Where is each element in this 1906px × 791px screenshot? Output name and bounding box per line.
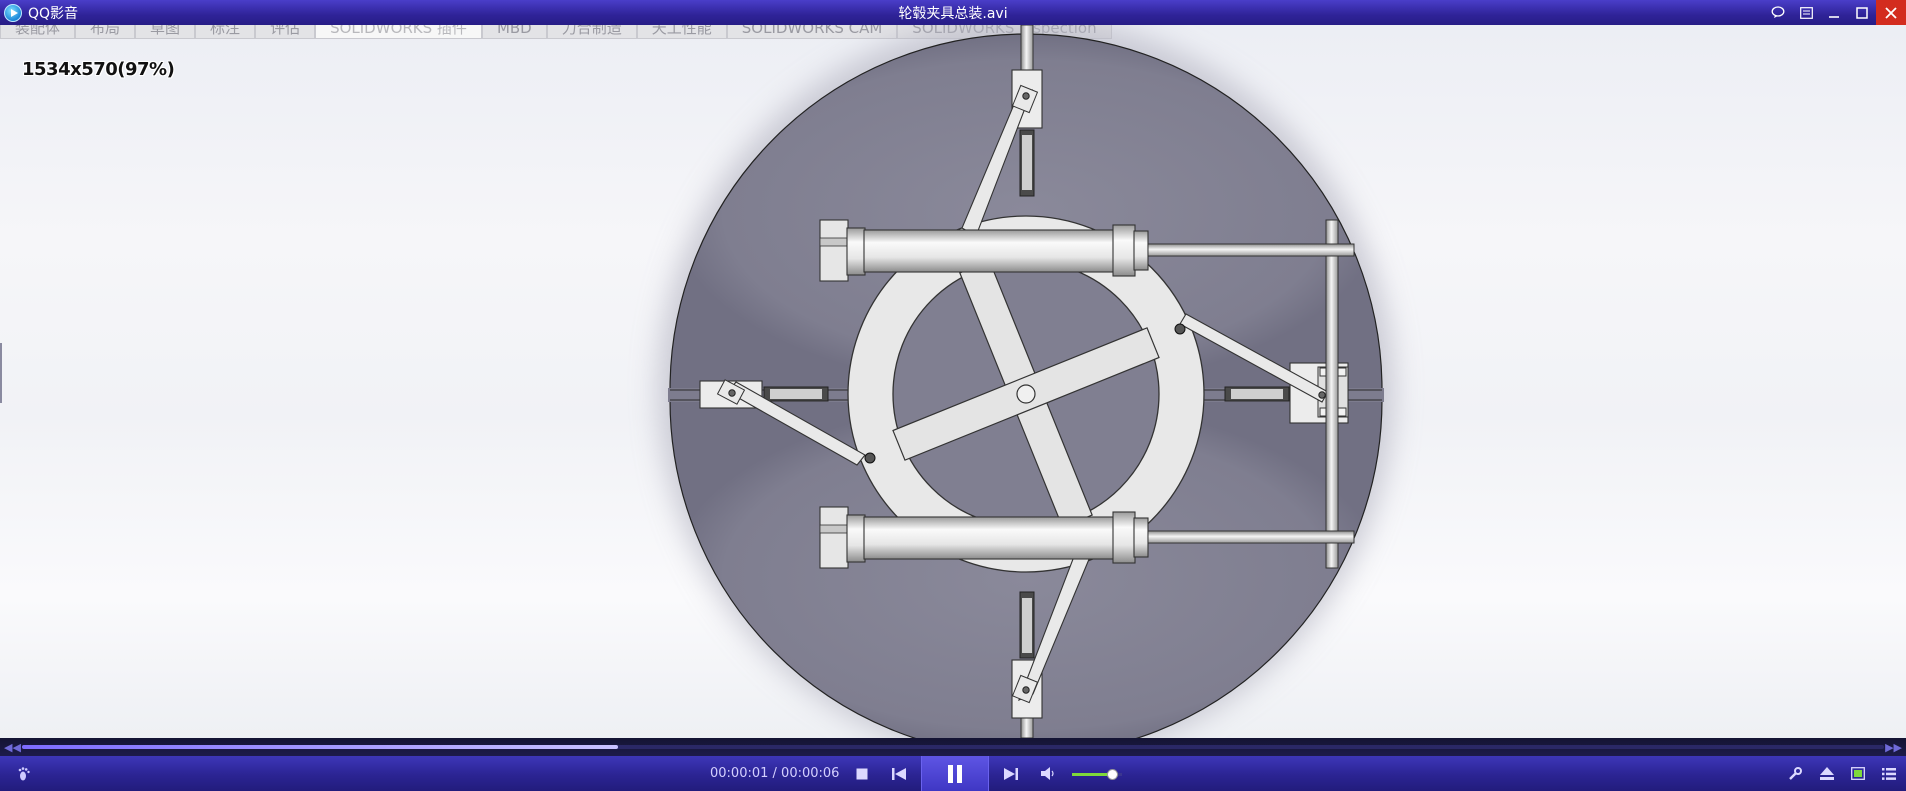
video-frame[interactable]: 装配体 布局 草图 标注 评估 SOLIDWORKS 插件 MBD 力合制造 天工性能 SOLID… bbox=[0, 25, 1906, 738]
app-name[interactable]: QQ影音 bbox=[28, 3, 78, 23]
total-time: 00:00:06 bbox=[781, 766, 840, 781]
seek-back-icon[interactable]: ◀◀ bbox=[4, 741, 21, 754]
close-icon[interactable] bbox=[1876, 0, 1906, 25]
seek-progress-fill bbox=[22, 745, 618, 749]
footprint-icon[interactable] bbox=[14, 756, 36, 791]
volume-fill bbox=[1072, 773, 1112, 776]
next-icon[interactable] bbox=[1000, 756, 1022, 791]
playlist-menu-icon[interactable] bbox=[1878, 756, 1900, 791]
qq-player-logo-icon[interactable] bbox=[4, 3, 22, 22]
right-tie-rod bbox=[1325, 219, 1339, 569]
chat-icon[interactable] bbox=[1764, 0, 1792, 25]
volume-slider[interactable] bbox=[1072, 769, 1122, 780]
window-controls bbox=[1764, 0, 1906, 25]
current-time: 00:00:01 bbox=[710, 766, 769, 781]
resolution-overlay: 1534x570(97%) bbox=[22, 59, 175, 80]
wheel-fixture-assembly-drawing bbox=[658, 25, 1394, 738]
side-panel-handle[interactable] bbox=[0, 343, 2, 403]
time-separator: / bbox=[768, 766, 782, 781]
screen-icon[interactable] bbox=[1847, 756, 1869, 791]
minimize-icon[interactable] bbox=[1820, 0, 1848, 25]
window-title: 轮毂夹具总装.avi bbox=[898, 6, 1008, 22]
volume-knob[interactable] bbox=[1107, 769, 1118, 780]
maximize-icon[interactable] bbox=[1848, 0, 1876, 25]
volume-icon[interactable] bbox=[1038, 756, 1060, 791]
stop-icon[interactable] bbox=[852, 756, 872, 791]
title-bar: QQ影音 轮毂夹具总装.avi bbox=[0, 0, 1906, 25]
previous-icon[interactable] bbox=[888, 756, 910, 791]
settings-wrench-icon[interactable] bbox=[1784, 756, 1806, 791]
seek-bar[interactable]: ◀◀ ▶▶ bbox=[0, 738, 1906, 756]
control-bar: 00:00:01 / 00:00:06 bbox=[0, 756, 1906, 791]
seek-track[interactable] bbox=[22, 745, 1884, 749]
time-display: 00:00:01 / 00:00:06 bbox=[710, 766, 839, 781]
pause-icon[interactable] bbox=[921, 756, 989, 791]
playlist-icon[interactable] bbox=[1792, 0, 1820, 25]
eject-icon[interactable] bbox=[1816, 756, 1838, 791]
seek-forward-icon[interactable]: ▶▶ bbox=[1885, 741, 1902, 754]
